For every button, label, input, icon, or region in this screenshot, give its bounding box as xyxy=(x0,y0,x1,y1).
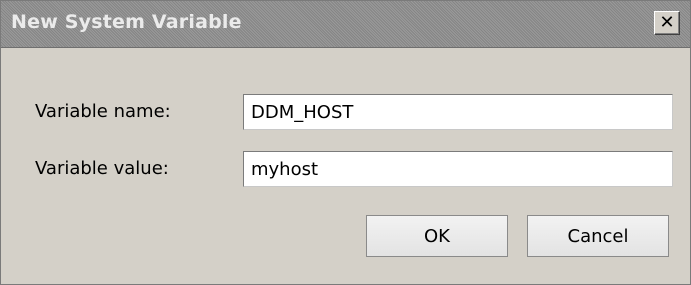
variable-name-input[interactable] xyxy=(243,94,673,130)
close-icon: ✕ xyxy=(659,12,675,33)
new-system-variable-dialog: New System Variable ✕ Variable name: Var… xyxy=(0,0,691,285)
dialog-title: New System Variable xyxy=(11,11,242,33)
variable-value-input[interactable] xyxy=(243,151,673,187)
ok-button[interactable]: OK xyxy=(366,215,508,257)
close-button[interactable]: ✕ xyxy=(654,11,680,35)
variable-value-label: Variable value: xyxy=(35,158,169,179)
variable-name-label: Variable name: xyxy=(35,101,171,122)
title-bar[interactable]: New System Variable ✕ xyxy=(1,1,690,48)
cancel-button[interactable]: Cancel xyxy=(527,215,669,257)
